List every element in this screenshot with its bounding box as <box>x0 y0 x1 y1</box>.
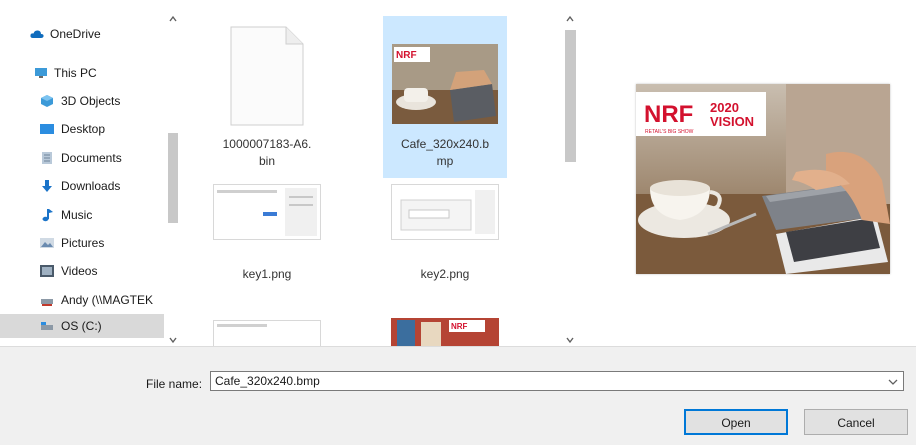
download-icon <box>42 180 52 192</box>
cloud-icon <box>30 30 44 38</box>
file-name: Cafe_320x240.b <box>400 137 490 151</box>
nav-item-label: Music <box>61 208 93 222</box>
nav-item-label: Desktop <box>61 122 106 136</box>
file-list-scrollbar-thumb[interactable] <box>565 30 576 162</box>
desktop-icon <box>40 124 54 134</box>
file-tile-selected[interactable]: NRF Cafe_320x240.b mp <box>383 16 507 178</box>
image-thumbnail: NRF <box>391 318 499 346</box>
nav-item-label: 3D Objects <box>61 94 121 108</box>
nav-item-label: Videos <box>61 264 98 278</box>
year-text: 2020 <box>710 100 739 115</box>
file-name: key2.png <box>420 267 470 281</box>
nav-item-this-pc[interactable]: This PC <box>0 61 164 85</box>
scroll-down-icon[interactable] <box>169 336 177 344</box>
scroll-up-icon[interactable] <box>566 15 574 23</box>
nav-item-downloads[interactable]: Downloads <box>0 174 164 198</box>
tagline-text: RETAIL'S BIG SHOW <box>645 129 694 135</box>
nav-item-label: Andy (\\MAGTEK <box>61 293 154 307</box>
nav-item-videos[interactable]: Videos <box>0 259 164 283</box>
screenshot-thumbnail <box>391 184 499 240</box>
preview-photo: NRF 2020 VISION RETAIL'S BIG SHOW <box>636 84 890 274</box>
file-tile[interactable]: key2.png <box>383 180 507 290</box>
blank-file-icon <box>230 26 304 126</box>
nav-item-desktop[interactable]: Desktop <box>0 117 164 141</box>
file-name: 1000007183-A6. <box>222 137 312 151</box>
image-thumbnail: NRF <box>392 44 498 124</box>
nav-item-pictures[interactable]: Pictures <box>0 231 164 255</box>
file-name-wrap: mp <box>436 154 454 168</box>
screenshot-thumbnail <box>213 320 321 346</box>
nav-item-documents[interactable]: Documents <box>0 146 164 170</box>
file-name-wrap: bin <box>258 154 275 168</box>
file-name: key1.png <box>242 267 292 281</box>
nav-scrollbar[interactable] <box>164 0 186 346</box>
nav-item-label: OneDrive <box>50 27 101 41</box>
scroll-down-icon[interactable] <box>566 336 574 344</box>
open-button[interactable]: Open <box>684 409 788 435</box>
nav-item-3d-objects[interactable]: 3D Objects <box>0 89 164 113</box>
scroll-up-icon[interactable] <box>169 15 177 23</box>
video-icon <box>40 265 54 277</box>
network-drive-icon <box>41 299 53 306</box>
preview-pane: NRF 2020 VISION RETAIL'S BIG SHOW <box>582 0 916 346</box>
svg-text:NRF: NRF <box>451 322 468 331</box>
file-tile[interactable]: 1000007183-A6. bin <box>205 16 329 178</box>
file-list-pane: 1000007183-A6. bin NRF Cafe_320x240.b mp… <box>186 0 582 346</box>
pictures-icon <box>40 238 54 248</box>
chevron-down-icon[interactable] <box>888 378 898 386</box>
nav-item-label: Downloads <box>61 179 121 193</box>
preview-image: NRF 2020 VISION RETAIL'S BIG SHOW <box>636 84 890 274</box>
file-tile[interactable]: key1.png <box>205 180 329 290</box>
nav-item-label: This PC <box>54 66 97 80</box>
nav-item-os-c[interactable]: OS (C:) <box>0 314 164 338</box>
nav-item-label: Pictures <box>61 236 105 250</box>
music-icon <box>42 209 53 222</box>
drive-icon <box>41 322 53 330</box>
nav-item-onedrive[interactable]: OneDrive <box>0 22 164 46</box>
svg-text:NRF: NRF <box>396 50 417 61</box>
file-dialog-footer: File name: Open Cancel <box>0 346 916 445</box>
brand-text: NRF <box>644 101 693 128</box>
cancel-button[interactable]: Cancel <box>804 409 908 435</box>
nav-scrollbar-thumb[interactable] <box>168 133 178 223</box>
file-list-scrollbar[interactable] <box>558 0 582 346</box>
vision-text: VISION <box>710 114 754 129</box>
computer-icon <box>35 68 47 78</box>
cube-icon <box>41 95 53 107</box>
file-name-input[interactable] <box>210 371 904 391</box>
file-name-label: File name: <box>146 377 203 391</box>
document-icon <box>42 152 52 164</box>
nav-item-network-drive[interactable]: Andy (\\MAGTEK <box>0 288 164 312</box>
nav-item-label: Documents <box>61 151 122 165</box>
nav-item-label: OS (C:) <box>61 319 102 333</box>
navigation-pane: OneDrive This PC 3D Objects Desktop Docu… <box>0 0 186 346</box>
nav-item-music[interactable]: Music <box>0 203 164 227</box>
screenshot-thumbnail <box>213 184 321 240</box>
